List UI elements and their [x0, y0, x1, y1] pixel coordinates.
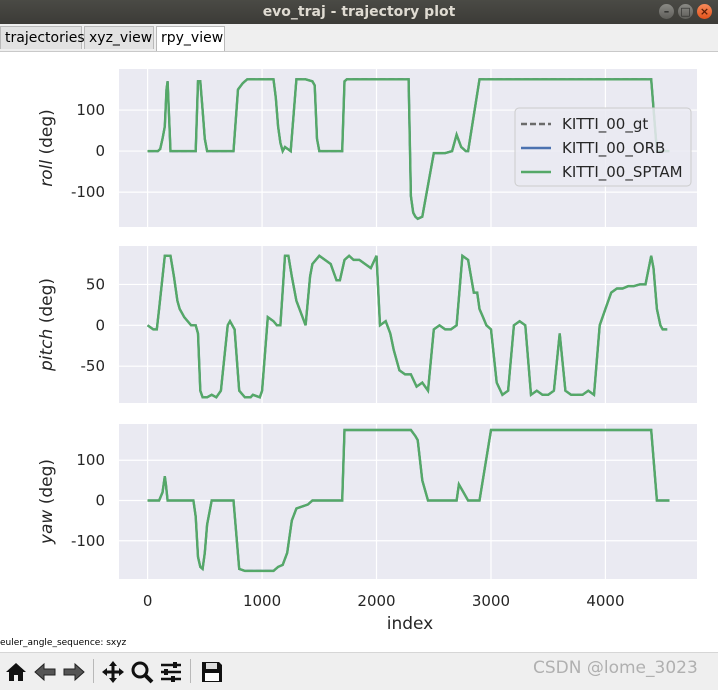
save-icon[interactable] — [198, 658, 225, 685]
tab-rpy-view[interactable]: rpy_view — [156, 26, 225, 51]
rpy-plot-canvas[interactable]: 1000-100roll (deg)500-50pitch (deg)1000-… — [0, 51, 718, 637]
maximize-icon[interactable]: □ — [678, 4, 693, 19]
legend-label: KITTI_00_ORB — [562, 139, 665, 158]
y-tick-label: -50 — [81, 357, 106, 375]
y-tick-label: 0 — [95, 142, 105, 160]
roll-ylabel: roll (deg) — [37, 109, 57, 187]
pitch-ylabel: pitch (deg) — [37, 278, 57, 372]
window-title: evo_traj - trajectory plot — [262, 4, 456, 20]
forward-icon[interactable] — [60, 658, 87, 685]
zoom-icon[interactable] — [128, 658, 155, 685]
watermark-text: CSDN @lome_3023 — [533, 658, 698, 678]
y-tick-label: -100 — [71, 183, 105, 201]
yaw-ylabel: yaw (deg) — [37, 459, 57, 545]
x-tick-label: 1000 — [243, 592, 281, 610]
y-tick-label: 100 — [76, 451, 105, 469]
back-icon[interactable] — [31, 658, 58, 685]
legend: KITTI_00_gt KITTI_00_ORB KITTI_00_SPTAM — [514, 107, 692, 187]
pitch-ylabel-name: pitch — [37, 329, 57, 372]
pitch-ylabel-unit: (deg) — [37, 278, 57, 329]
y-tick-label: 0 — [95, 491, 105, 509]
configure-subplots-icon[interactable] — [157, 658, 184, 685]
yaw-subplot: 100 0 -100 yaw (deg) — [37, 424, 697, 579]
toolbar-separator — [93, 659, 94, 683]
toolbar-separator — [190, 659, 191, 683]
x-tick-label: 0 — [143, 592, 153, 610]
pan-icon[interactable] — [99, 658, 126, 685]
pitch-axes-background — [119, 246, 697, 403]
y-tick-label: -100 — [71, 532, 105, 550]
y-tick-label: 50 — [86, 275, 105, 293]
roll-ylabel-unit: (deg) — [37, 109, 57, 160]
close-icon[interactable]: × — [697, 4, 712, 19]
yaw-axes-background — [119, 424, 697, 579]
legend-label: KITTI_00_gt — [562, 115, 648, 134]
x-tick-label: 2000 — [357, 592, 395, 610]
y-tick-label: 0 — [95, 316, 105, 334]
x-axis-label: index — [387, 614, 434, 634]
x-tick-label: 3000 — [472, 592, 510, 610]
tab-xyz-view[interactable]: xyz_view — [84, 26, 154, 49]
minimize-icon[interactable]: – — [659, 4, 674, 19]
pitch-subplot: 50 0 -50 pitch (deg) — [37, 246, 697, 403]
yaw-ylabel-unit: (deg) — [37, 459, 57, 510]
tab-trajectories[interactable]: trajectories — [0, 26, 85, 49]
status-text: euler_angle_sequence: sxyz — [0, 638, 127, 648]
roll-ylabel-name: roll — [37, 160, 57, 187]
window-titlebar: evo_traj - trajectory plot – □ × — [0, 0, 718, 24]
tab-bar: trajectories xyz_view rpy_view — [0, 24, 718, 52]
y-tick-label: 100 — [76, 101, 105, 119]
x-tick-label: 4000 — [586, 592, 624, 610]
window-controls: – □ × — [659, 4, 712, 19]
home-icon[interactable] — [2, 658, 29, 685]
legend-label: KITTI_00_SPTAM — [562, 163, 683, 182]
yaw-ylabel-name: yaw — [37, 510, 57, 545]
